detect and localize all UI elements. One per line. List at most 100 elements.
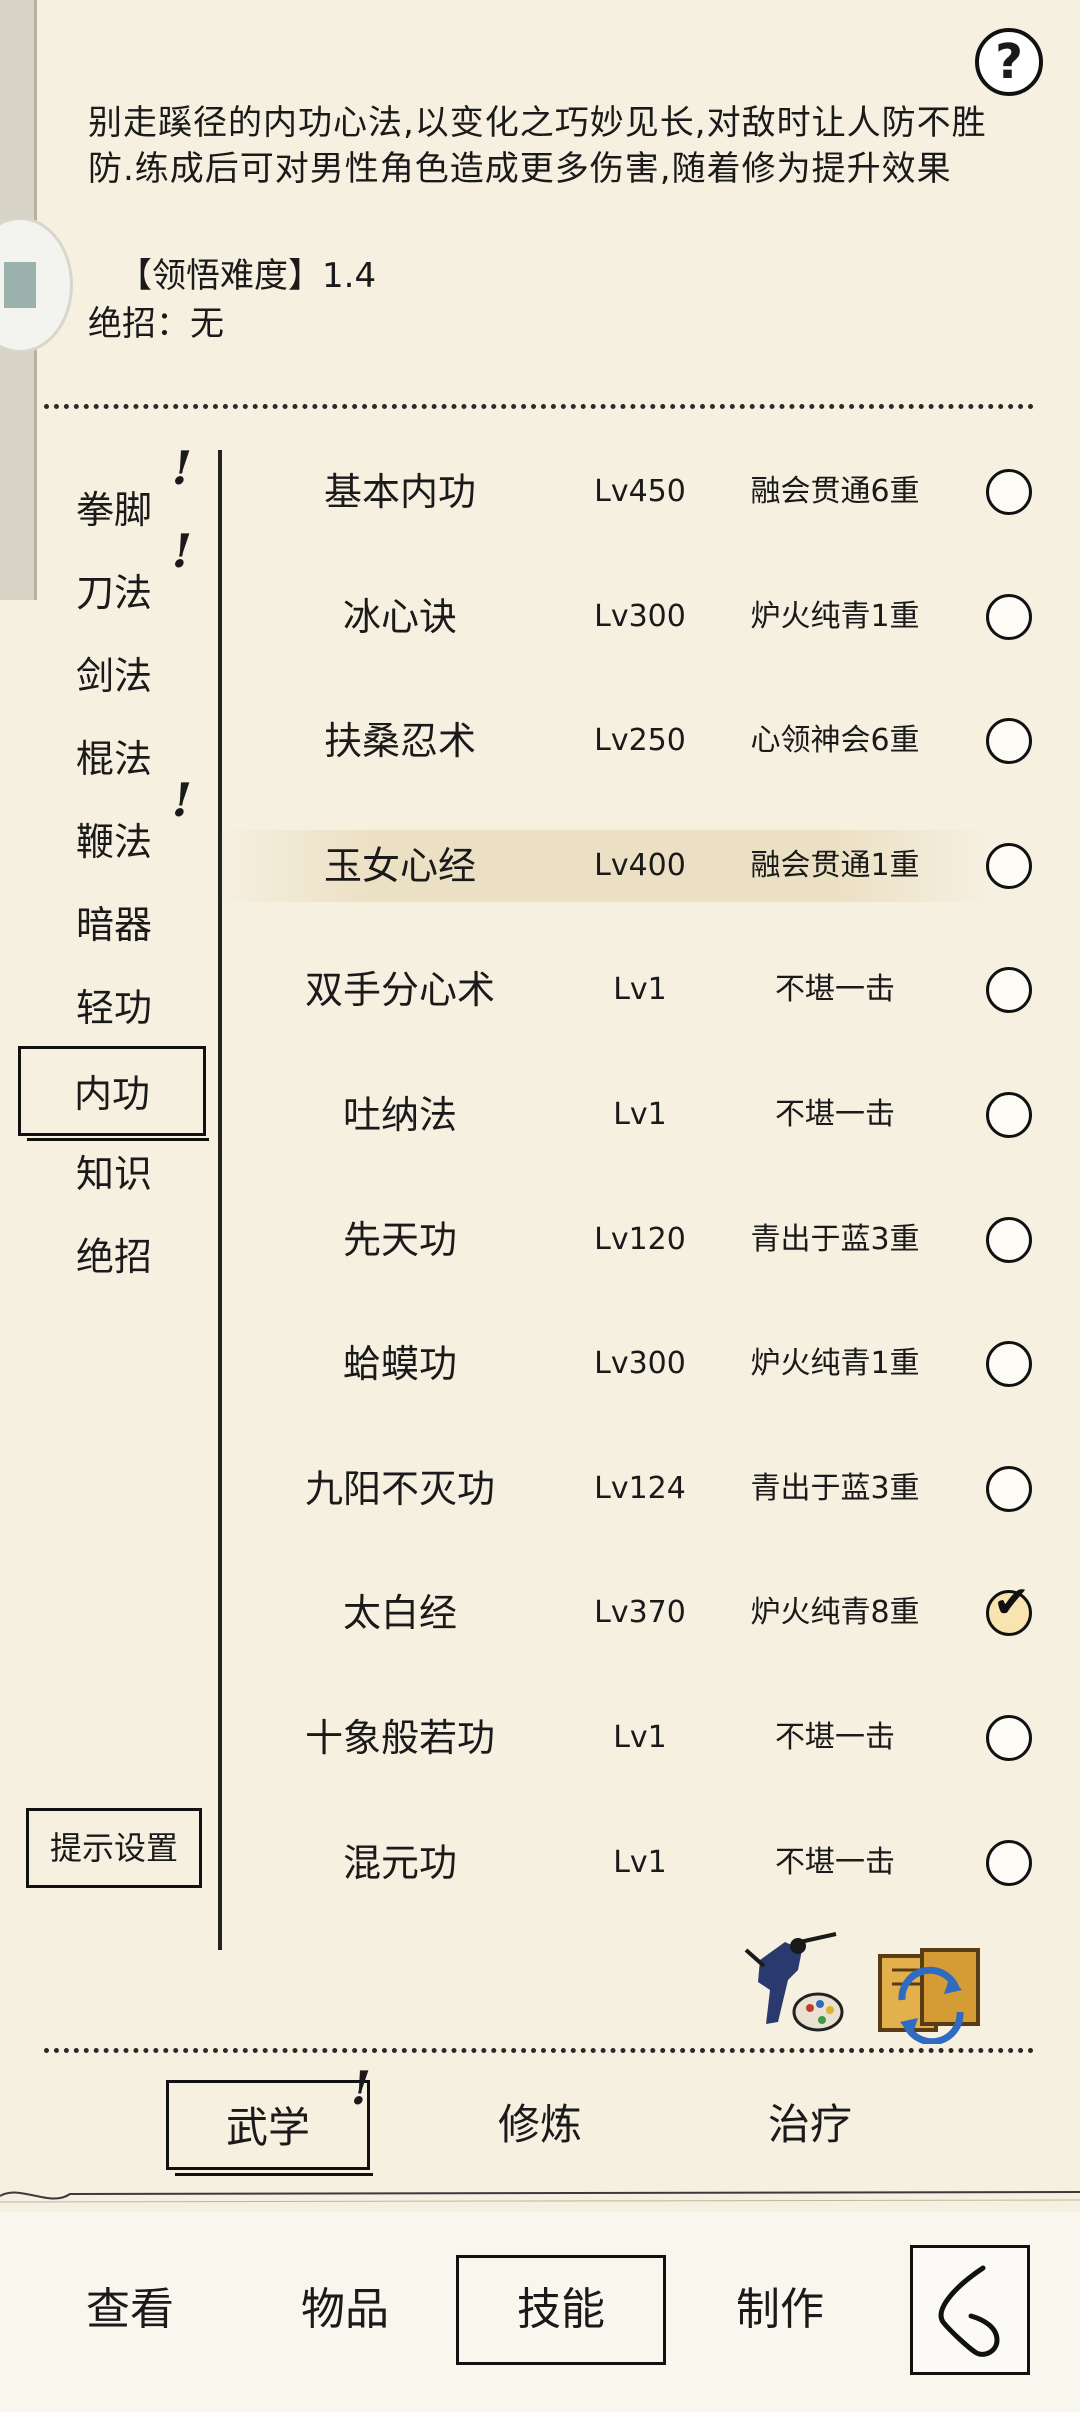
alert-mark: ! <box>171 441 192 495</box>
skill-select-radio[interactable] <box>986 718 1032 764</box>
top-dotted-divider <box>44 404 1034 409</box>
hint-settings-button[interactable]: 提示设置 <box>26 1808 202 1888</box>
scroll-swap-icon[interactable] <box>872 1940 988 2044</box>
tab-cultivation[interactable]: 修炼 <box>440 2080 640 2170</box>
skill-row[interactable]: 十象般若功 Lv1 不堪一击 <box>240 1698 1032 1778</box>
category-label: 知识 <box>75 1152 152 1196</box>
skill-level: Lv120 <box>594 1222 686 1257</box>
skill-row[interactable]: 扶桑忍术 Lv250 心领神会6重 <box>240 701 1032 781</box>
skill-select-radio[interactable] <box>986 1341 1032 1387</box>
skill-level: Lv300 <box>594 1346 686 1381</box>
comprehension-difficulty: 【领悟难度】1.4 <box>118 256 377 296</box>
skill-level: Lv124 <box>594 1471 686 1506</box>
decorative-ink-line <box>0 2191 1080 2203</box>
category-5[interactable]: 暗器 <box>44 880 184 970</box>
help-button[interactable]: ? <box>975 28 1043 96</box>
category-label: 暗器 <box>75 903 152 947</box>
skill-name: 吐纳法 <box>342 1093 457 1137</box>
category-label: 内功 <box>73 1072 150 1116</box>
skill-row[interactable]: 九阳不灭功 Lv124 青出于蓝3重 <box>240 1449 1032 1529</box>
skill-row[interactable]: 基本内功 Lv450 融会贯通6重 <box>240 452 1032 532</box>
floating-app-badge[interactable] <box>0 220 70 350</box>
skill-row[interactable]: 吐纳法 Lv1 不堪一击 <box>240 1075 1032 1155</box>
skill-row[interactable]: 太白经 Lv370 炉火纯青8重 <box>240 1573 1032 1653</box>
category-8[interactable]: 知识 <box>44 1129 184 1219</box>
category-label: 拳脚 <box>75 488 152 532</box>
category-label: 轻功 <box>75 986 152 1030</box>
category-6[interactable]: 轻功 <box>44 963 184 1053</box>
question-icon: ? <box>995 34 1023 90</box>
skill-level: Lv1 <box>613 1720 667 1755</box>
skill-rank: 青出于蓝3重 <box>750 1471 920 1506</box>
category-label: 刀法 <box>75 571 152 615</box>
category-3[interactable]: 棍法 <box>44 714 184 804</box>
skill-row[interactable]: 冰心诀 Lv300 炉火纯青1重 <box>240 577 1032 657</box>
skill-row[interactable]: 先天功 Lv120 青出于蓝3重 <box>240 1200 1032 1280</box>
martial-artist-palette-icon[interactable] <box>740 1930 850 2040</box>
skill-level: Lv1 <box>613 972 667 1007</box>
nav-view-button[interactable]: 查看 <box>50 2255 210 2365</box>
skill-rank: 融会贯通1重 <box>750 848 920 883</box>
back-arrow-icon <box>938 2265 1000 2357</box>
skill-name: 太白经 <box>342 1591 457 1635</box>
tab-healing[interactable]: 治疗 <box>710 2080 910 2170</box>
category-1[interactable]: 刀法! <box>44 524 192 638</box>
skill-rank: 不堪一击 <box>775 972 895 1007</box>
category-4[interactable]: 鞭法! <box>44 773 192 887</box>
skill-level: Lv450 <box>594 474 686 509</box>
skill-name: 基本内功 <box>323 470 476 514</box>
alert-mark: ! <box>171 524 192 578</box>
skill-level: Lv300 <box>594 599 686 634</box>
alert-mark: ! <box>171 773 192 827</box>
category-label: 鞭法 <box>75 820 152 864</box>
skill-row[interactable]: 玉女心经 Lv400 融会贯通1重 <box>218 826 1032 906</box>
nav-skills-button[interactable]: 技能 <box>456 2255 666 2365</box>
skill-select-radio[interactable] <box>986 1092 1032 1138</box>
skill-select-radio[interactable] <box>986 469 1032 515</box>
skill-select-radio[interactable] <box>986 594 1032 640</box>
skill-row[interactable]: 双手分心术 Lv1 不堪一击 <box>240 950 1032 1030</box>
skill-select-radio[interactable] <box>986 843 1032 889</box>
alert-mark: ! <box>350 2061 371 2115</box>
category-0[interactable]: 拳脚! <box>44 441 192 555</box>
skill-rank: 炉火纯青1重 <box>750 599 920 634</box>
nav-craft-button[interactable]: 制作 <box>700 2255 860 2365</box>
category-label: 棍法 <box>75 737 152 781</box>
category-9[interactable]: 绝招 <box>44 1212 184 1302</box>
category-7[interactable]: 内功 <box>18 1046 209 1141</box>
skill-level: Lv370 <box>594 1595 686 1630</box>
skill-name: 先天功 <box>342 1218 457 1262</box>
ultimate-move: 绝招：无 <box>88 304 224 344</box>
skill-description: 别走蹊径的内功心法,以变化之巧妙见长,对敌时让人防不胜防.练成后可对男性角色造成… <box>88 103 987 189</box>
skill-select-radio[interactable] <box>986 1217 1032 1263</box>
skill-select-radio[interactable] <box>986 1715 1032 1761</box>
skill-select-radio[interactable] <box>986 1466 1032 1512</box>
skill-name: 蛤蟆功 <box>342 1342 457 1386</box>
skill-rank: 炉火纯青8重 <box>750 1595 920 1630</box>
skill-rank: 炉火纯青1重 <box>750 1346 920 1381</box>
skill-rank: 融会贯通6重 <box>750 474 920 509</box>
skill-name: 玉女心经 <box>323 844 476 888</box>
category-label: 剑法 <box>75 654 152 698</box>
back-button[interactable] <box>910 2245 1030 2375</box>
tab-martial-arts[interactable]: 武学 ! <box>166 2061 373 2176</box>
skill-level: Lv1 <box>613 1097 667 1132</box>
bottom-dotted-divider <box>44 2048 1034 2053</box>
skill-name: 扶桑忍术 <box>323 719 476 763</box>
skill-name: 九阳不灭功 <box>304 1467 495 1511</box>
skill-select-radio[interactable] <box>986 967 1032 1013</box>
skill-select-radio-checked[interactable] <box>986 1577 1032 1636</box>
skill-level: Lv250 <box>594 723 686 758</box>
skill-name: 冰心诀 <box>342 595 457 639</box>
nav-items-button[interactable]: 物品 <box>265 2255 425 2365</box>
skill-rank: 青出于蓝3重 <box>750 1222 920 1257</box>
skill-rank: 不堪一击 <box>775 1845 895 1880</box>
tab-martial-arts-label: 武学 <box>225 2103 310 2152</box>
skill-row[interactable]: 蛤蟆功 Lv300 炉火纯青1重 <box>240 1324 1032 1404</box>
skill-level: Lv400 <box>594 848 686 883</box>
skill-rank: 不堪一击 <box>775 1097 895 1132</box>
skill-row[interactable]: 混元功 Lv1 不堪一击 <box>240 1823 1032 1903</box>
category-2[interactable]: 剑法 <box>44 631 184 721</box>
skill-select-radio[interactable] <box>986 1840 1032 1886</box>
skill-rank: 不堪一击 <box>775 1720 895 1755</box>
